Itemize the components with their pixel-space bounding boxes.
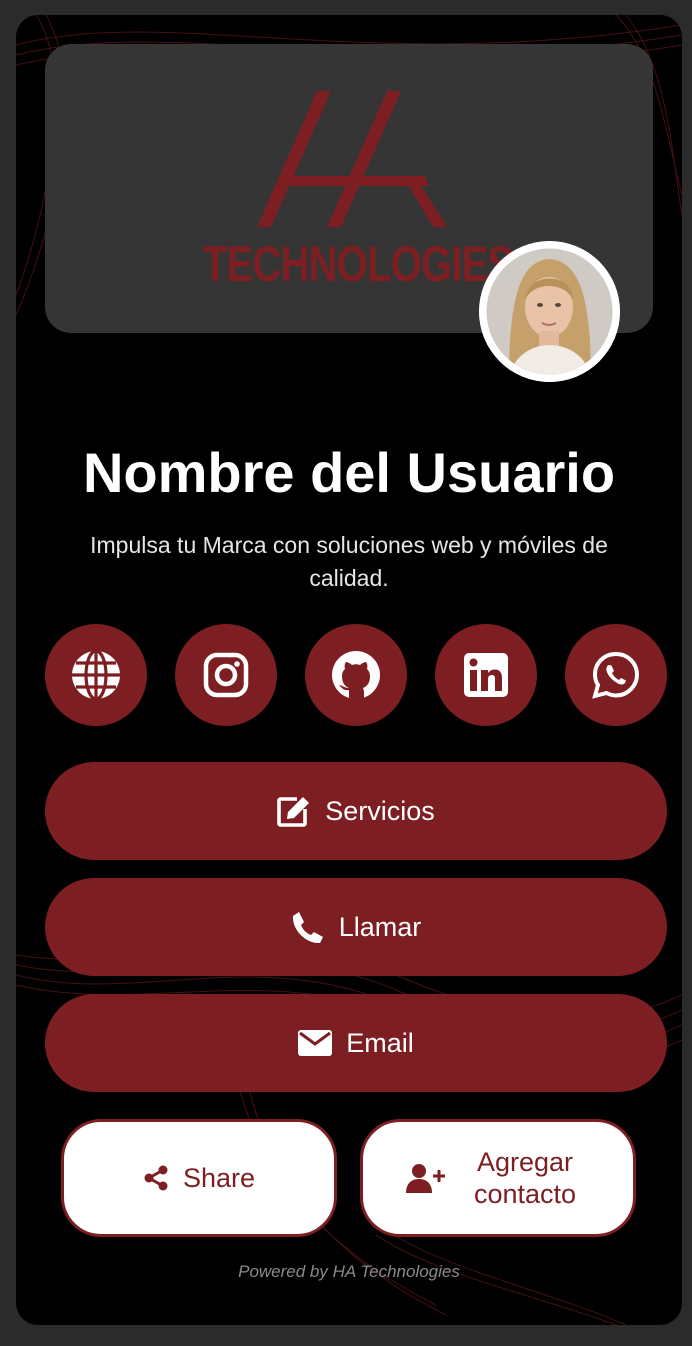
envelope-icon [298, 1030, 333, 1056]
services-button[interactable]: Servicios [45, 762, 667, 860]
call-button[interactable]: Llamar [45, 878, 667, 976]
avatar [479, 241, 620, 382]
social-links [45, 624, 667, 726]
profile-card: TECHNOLOGIES Nombre del Usuario Impulsa … [16, 15, 682, 1325]
globe-icon [72, 649, 120, 701]
github-icon [332, 651, 380, 699]
avatar-photo [479, 241, 620, 382]
add-user-icon [406, 1164, 445, 1193]
share-label: Share [182, 1162, 256, 1193]
profile-tagline: Impulsa tu Marca con soluciones web y mó… [90, 532, 608, 591]
instagram-icon [203, 652, 249, 698]
email-button[interactable]: Email [45, 994, 667, 1092]
github-link[interactable] [305, 624, 407, 726]
email-label: Email [346, 1027, 414, 1058]
whatsapp-link[interactable] [565, 624, 667, 726]
share-button[interactable]: Share [61, 1119, 337, 1237]
instagram-link[interactable] [175, 624, 277, 726]
brand-logo-text: TECHNOLOGIES [203, 236, 514, 292]
powered-by-footer: Powered by HA Technologies [238, 1262, 460, 1281]
website-link[interactable] [45, 624, 147, 726]
linkedin-link[interactable] [435, 624, 537, 726]
services-label: Servicios [325, 795, 435, 826]
linkedin-icon [464, 653, 508, 697]
add-contact-button[interactable]: Agregar contacto [360, 1119, 636, 1237]
edit-icon [277, 797, 310, 827]
whatsapp-icon [592, 651, 640, 699]
share-icon [144, 1165, 168, 1191]
call-label: Llamar [338, 911, 422, 942]
profile-name: Nombre del Usuario [82, 441, 616, 504]
add-contact-label: Agregar contacto [473, 1147, 577, 1209]
phone-icon [292, 912, 323, 944]
